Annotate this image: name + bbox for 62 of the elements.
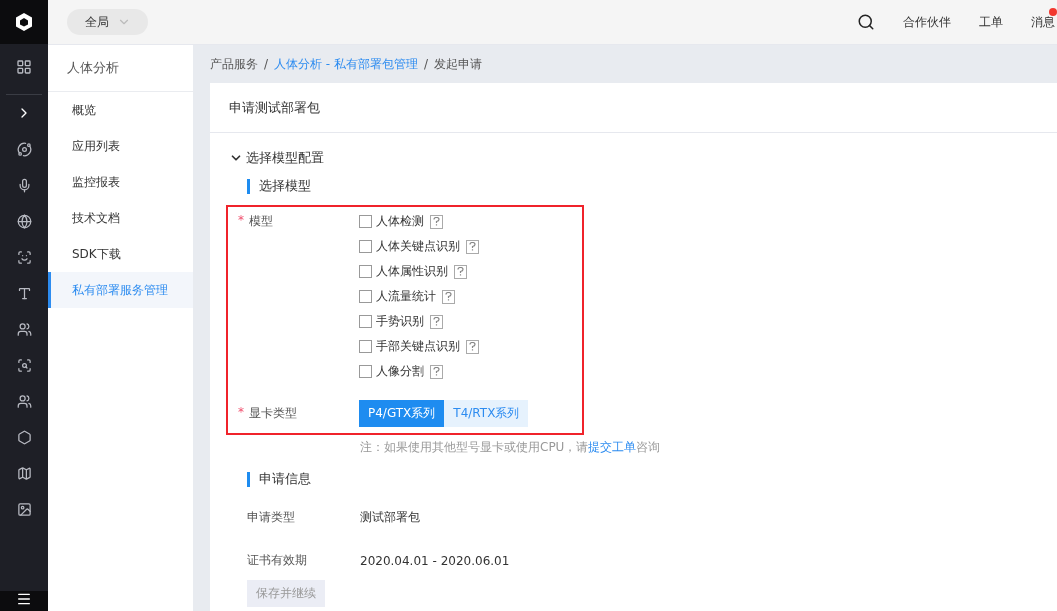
top-link[interactable]: 工单 (979, 13, 1003, 31)
help-icon[interactable] (430, 214, 443, 229)
sidebar-item[interactable]: SDK下载 (48, 236, 193, 272)
help-icon[interactable] (466, 239, 479, 254)
sidebar-item[interactable]: 概览 (48, 92, 193, 128)
hexagon-icon[interactable] (16, 429, 32, 445)
info-label: 证书有效期 (247, 552, 308, 569)
globe-icon[interactable] (16, 213, 32, 229)
checkbox[interactable] (359, 340, 372, 353)
nodes-icon[interactable] (16, 141, 32, 157)
grid-icon[interactable] (16, 59, 32, 75)
microphone-icon[interactable] (16, 177, 32, 193)
face-scan-icon[interactable] (16, 249, 32, 265)
accent-bar (247, 471, 250, 487)
help-icon[interactable] (466, 339, 479, 354)
breadcrumb-item: 发起申请 (434, 55, 483, 73)
checkbox-label[interactable]: 手部关键点识别 (376, 338, 460, 355)
field-label: 模型 (249, 213, 273, 230)
checkbox[interactable] (359, 265, 372, 278)
help-icon[interactable] (430, 314, 443, 329)
checkbox-label[interactable]: 人体检测 (376, 213, 424, 230)
checkbox-label[interactable]: 人像分割 (376, 363, 424, 380)
field-label: 显卡类型 (249, 405, 297, 422)
checkbox-label[interactable]: 人体关键点识别 (376, 238, 460, 255)
checkbox-label[interactable]: 人体属性识别 (376, 263, 448, 280)
group-title: 申请信息 (259, 470, 311, 488)
top-link[interactable]: 合作伙伴 (903, 13, 951, 31)
help-icon[interactable] (454, 264, 467, 279)
info-value: 2020.04.01 - 2020.06.01 (360, 553, 510, 568)
image-icon[interactable] (16, 501, 32, 517)
checkbox[interactable] (359, 315, 372, 328)
checkbox[interactable] (359, 215, 372, 228)
breadcrumb-item: 产品服务 (210, 55, 258, 73)
checkbox[interactable] (359, 240, 372, 253)
help-icon[interactable] (442, 289, 455, 304)
note-text: 注：如果使用其他型号显卡或使用CPU，请提交工单咨询 (360, 439, 662, 456)
checkbox[interactable] (359, 365, 372, 378)
section-title[interactable]: 选择模型配置 (246, 149, 324, 167)
sidebar-item[interactable]: 应用列表 (48, 128, 193, 164)
scan-search-icon[interactable] (16, 357, 32, 373)
search-icon[interactable] (857, 13, 875, 31)
required-mark: * (238, 405, 244, 421)
required-mark: * (238, 213, 244, 229)
help-icon[interactable] (430, 364, 443, 379)
accent-bar (247, 178, 250, 194)
text-box-icon[interactable] (16, 285, 32, 301)
group-title: 选择模型 (259, 177, 311, 195)
info-label: 申请类型 (247, 509, 296, 526)
menu-icon[interactable] (16, 591, 32, 607)
sidebar-item[interactable]: 监控报表 (48, 164, 193, 200)
map-icon[interactable] (16, 465, 32, 481)
breadcrumb-separator: / (424, 57, 429, 71)
messages-link[interactable]: 消息 (1031, 14, 1055, 29)
sidebar-item[interactable]: 技术文档 (48, 200, 193, 236)
ticket-link[interactable]: 提交工单 (588, 440, 637, 454)
info-value: 测试部署包 (360, 509, 420, 526)
card-title: 申请测试部署包 (210, 83, 1057, 133)
checkbox-label[interactable]: 手势识别 (376, 313, 424, 330)
breadcrumb-separator: / (264, 57, 269, 71)
checkbox-label[interactable]: 人流量统计 (376, 288, 436, 305)
checkbox[interactable] (359, 290, 372, 303)
scope-dropdown[interactable]: 全局 (67, 9, 148, 35)
